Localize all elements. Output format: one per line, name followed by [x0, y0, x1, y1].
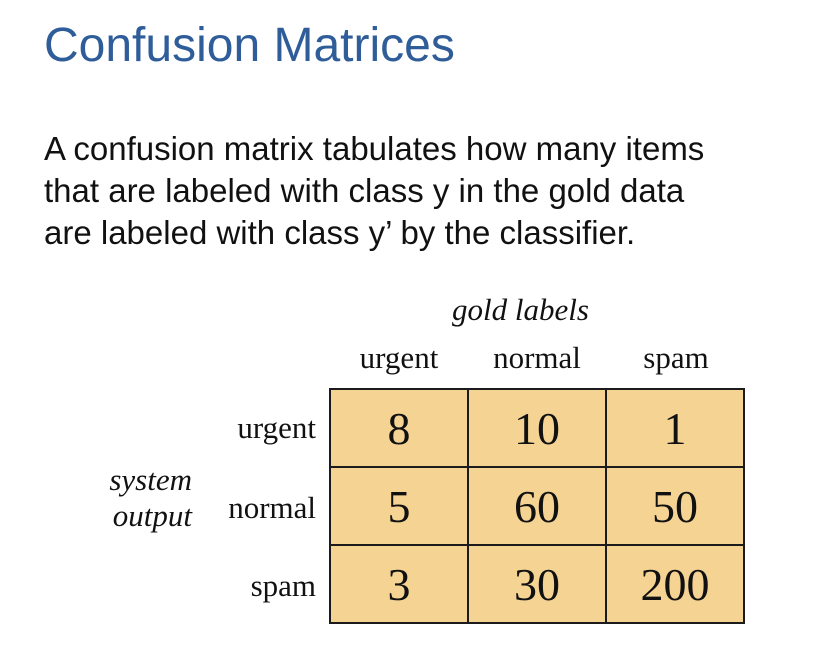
cell-urgent-urgent: 8 — [329, 388, 469, 468]
cell-spam-urgent: 3 — [329, 544, 469, 624]
cell-normal-urgent: 5 — [329, 466, 469, 546]
system-output-line-2: output — [112, 498, 192, 533]
cell-normal-normal: 60 — [467, 466, 607, 546]
row-header-normal: normal — [228, 490, 316, 525]
column-header-normal: normal — [493, 340, 581, 375]
gold-labels-axis-label: gold labels — [452, 292, 589, 327]
column-header-spam: spam — [643, 340, 709, 375]
matrix-row-spam: 3 30 200 — [329, 544, 745, 624]
matrix-row-urgent: 8 10 1 — [329, 388, 745, 468]
body-line-2: that are labeled with class y in the gol… — [44, 172, 685, 209]
cell-spam-normal: 30 — [467, 544, 607, 624]
row-header-spam: spam — [250, 568, 316, 603]
system-output-line-1: system — [109, 462, 192, 497]
slide-title: Confusion Matrices — [44, 19, 455, 72]
cell-urgent-spam: 1 — [605, 388, 745, 468]
system-output-axis-label: system output — [80, 462, 192, 534]
body-line-3: are labeled with class y’ by the classif… — [44, 214, 636, 251]
slide-body-text: A confusion matrix tabulates how many it… — [44, 128, 814, 254]
column-header-urgent: urgent — [359, 340, 439, 375]
row-header-urgent: urgent — [237, 410, 316, 445]
cell-normal-spam: 50 — [605, 466, 745, 546]
body-line-1: A confusion matrix tabulates how many it… — [44, 130, 705, 167]
cell-spam-spam: 200 — [605, 544, 745, 624]
slide: Confusion Matrices A confusion matrix ta… — [0, 0, 825, 669]
matrix-row-normal: 5 60 50 — [329, 466, 745, 546]
cell-urgent-normal: 10 — [467, 388, 607, 468]
confusion-matrix-table: 8 10 1 5 60 50 3 30 200 — [329, 388, 745, 624]
